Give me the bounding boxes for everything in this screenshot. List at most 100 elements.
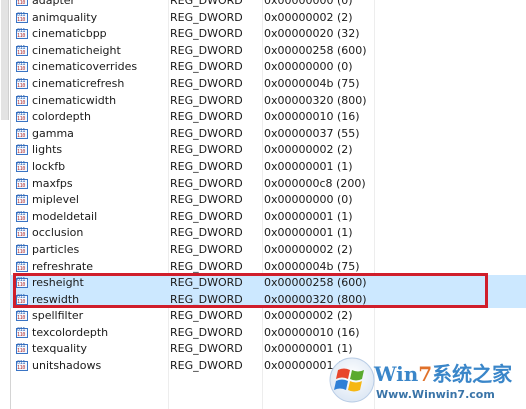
- registry-dword-icon: [16, 342, 28, 355]
- registry-value-row[interactable]: miplevel REG_DWORD 0x00000000 (0): [10, 192, 526, 209]
- registry-value-row[interactable]: spellfilter REG_DWORD 0x00000002 (2): [10, 308, 526, 325]
- registry-dword-icon: [16, 11, 28, 24]
- value-type: REG_DWORD: [170, 43, 243, 57]
- value-name: lockfb: [32, 159, 66, 173]
- value-data: 0x00000002 (2): [264, 309, 353, 323]
- value-name: lights: [32, 143, 63, 157]
- registry-value-row[interactable]: texcolordepth REG_DWORD 0x00000010 (16): [10, 325, 526, 342]
- value-name: maxfps: [32, 176, 73, 190]
- value-type: REG_DWORD: [170, 359, 243, 373]
- registry-dword-icon: [16, 0, 28, 7]
- registry-value-row[interactable]: cinematicrefresh REG_DWORD 0x0000004b (75): [10, 76, 526, 93]
- registry-value-row[interactable]: texquality REG_DWORD 0x00000001 (1): [10, 341, 526, 358]
- value-name: gamma: [32, 126, 74, 140]
- value-data: 0x00000001 (1): [264, 342, 353, 356]
- value-data: 0x00000000 (0): [264, 193, 353, 207]
- value-name: miplevel: [32, 193, 79, 207]
- registry-dword-icon: [16, 160, 28, 173]
- value-name: cinematicwidth: [32, 93, 117, 107]
- registry-dword-icon: [16, 193, 28, 206]
- registry-dword-icon: [16, 210, 28, 223]
- value-name: spellfilter: [32, 309, 84, 323]
- value-type: REG_DWORD: [170, 342, 243, 356]
- value-type: REG_DWORD: [170, 93, 243, 107]
- value-data: 0x0000004b (75): [264, 259, 360, 273]
- value-data: 0x00000000 (0): [264, 0, 353, 7]
- value-data: 0x0000004b (75): [264, 76, 360, 90]
- registry-value-row[interactable]: particles REG_DWORD 0x00000002 (2): [10, 242, 526, 259]
- registry-value-row[interactable]: maxfps REG_DWORD 0x000000c8 (200): [10, 176, 526, 193]
- value-type: REG_DWORD: [170, 309, 243, 323]
- value-name: colordepth: [32, 110, 91, 124]
- value-type: REG_DWORD: [170, 325, 243, 339]
- registry-value-row[interactable]: refreshrate REG_DWORD 0x0000004b (75): [10, 259, 526, 276]
- registry-value-row[interactable]: modeldetail REG_DWORD 0x00000001 (1): [10, 209, 526, 226]
- value-name: refreshrate: [32, 259, 94, 273]
- value-type: REG_DWORD: [170, 76, 243, 90]
- registry-value-row[interactable]: reswidth REG_DWORD 0x00000320 (800): [10, 291, 526, 309]
- registry-dword-icon: [16, 293, 28, 306]
- registry-dword-icon: [16, 127, 28, 140]
- registry-dword-icon: [16, 77, 28, 90]
- registry-value-row[interactable]: gamma REG_DWORD 0x00000037 (55): [10, 126, 526, 143]
- registry-value-row[interactable]: lockfb REG_DWORD 0x00000001 (1): [10, 159, 526, 176]
- registry-value-row[interactable]: animquality REG_DWORD 0x00000002 (2): [10, 10, 526, 27]
- registry-dword-icon: [16, 60, 28, 73]
- registry-dword-icon: [16, 226, 28, 239]
- registry-dword-icon: [16, 309, 28, 322]
- registry-dword-icon: [16, 326, 28, 339]
- registry-value-row[interactable]: cinematicheight REG_DWORD 0x00000258 (600): [10, 43, 526, 60]
- value-name: cinematicoverrides: [32, 60, 138, 74]
- value-data: 0x00000010 (16): [264, 325, 360, 339]
- registry-value-row[interactable]: lights REG_DWORD 0x00000002 (2): [10, 142, 526, 159]
- value-data: 0x00000001 (1): [264, 159, 353, 173]
- value-data: 0x00000320 (800): [264, 93, 367, 107]
- value-type: REG_DWORD: [170, 110, 243, 124]
- value-type: REG_DWORD: [170, 143, 243, 157]
- registry-value-row[interactable]: occlusion REG_DWORD 0x00000001 (1): [10, 225, 526, 242]
- value-data: 0x00000010 (16): [264, 110, 360, 124]
- registry-dword-icon: [16, 260, 28, 273]
- value-data: 0x00000000 (0): [264, 60, 353, 74]
- registry-dword-icon: [16, 177, 28, 190]
- registry-value-row[interactable]: cinematicwidth REG_DWORD 0x00000320 (800): [10, 93, 526, 110]
- value-name: adapter: [32, 0, 76, 7]
- value-data: 0x000000c8 (200): [264, 176, 366, 190]
- registry-value-row[interactable]: colordepth REG_DWORD 0x00000010 (16): [10, 109, 526, 126]
- tree-scrollbar[interactable]: [1, 0, 9, 120]
- registry-value-list: adapter REG_DWORD 0x00000000 (0) animqualit…: [10, 0, 526, 375]
- value-name: reswidth: [32, 292, 80, 306]
- registry-dword-icon: [16, 94, 28, 107]
- value-type: REG_DWORD: [170, 292, 243, 306]
- value-data: 0x00000001 (1): [264, 226, 353, 240]
- value-type: REG_DWORD: [170, 242, 243, 256]
- registry-dword-icon: [16, 359, 28, 372]
- value-data: 0x00000320 (800): [264, 292, 367, 306]
- value-name: resheight: [32, 276, 84, 290]
- registry-dword-icon: [16, 143, 28, 156]
- registry-value-row[interactable]: cinematicbpp REG_DWORD 0x00000020 (32): [10, 26, 526, 43]
- registry-dword-icon: [16, 27, 28, 40]
- value-data: 0x00000002 (2): [264, 143, 353, 157]
- value-type: REG_DWORD: [170, 27, 243, 41]
- value-type: REG_DWORD: [170, 0, 243, 7]
- value-type: REG_DWORD: [170, 193, 243, 207]
- value-data: 0x00000001 (1): [264, 359, 353, 373]
- value-type: REG_DWORD: [170, 176, 243, 190]
- value-name: cinematicheight: [32, 43, 121, 57]
- value-name: cinematicrefresh: [32, 76, 125, 90]
- registry-value-row[interactable]: cinematicoverrides REG_DWORD 0x00000000 (0…: [10, 59, 526, 76]
- registry-value-row[interactable]: resheight REG_DWORD 0x00000258 (600): [10, 275, 526, 292]
- value-name: texquality: [32, 342, 88, 356]
- value-type: REG_DWORD: [170, 276, 243, 290]
- registry-value-row[interactable]: unitshadows REG_DWORD 0x00000001 (1): [10, 358, 526, 375]
- value-data: 0x00000258 (600): [264, 43, 367, 57]
- value-type: REG_DWORD: [170, 60, 243, 74]
- registry-value-row[interactable]: adapter REG_DWORD 0x00000000 (0): [10, 0, 526, 10]
- value-name: unitshadows: [32, 359, 102, 373]
- value-type: REG_DWORD: [170, 259, 243, 273]
- value-data: 0x00000002 (2): [264, 10, 353, 24]
- value-type: REG_DWORD: [170, 126, 243, 140]
- value-name: occlusion: [32, 226, 84, 240]
- watermark-url: Www.Winwin7.com: [376, 388, 495, 401]
